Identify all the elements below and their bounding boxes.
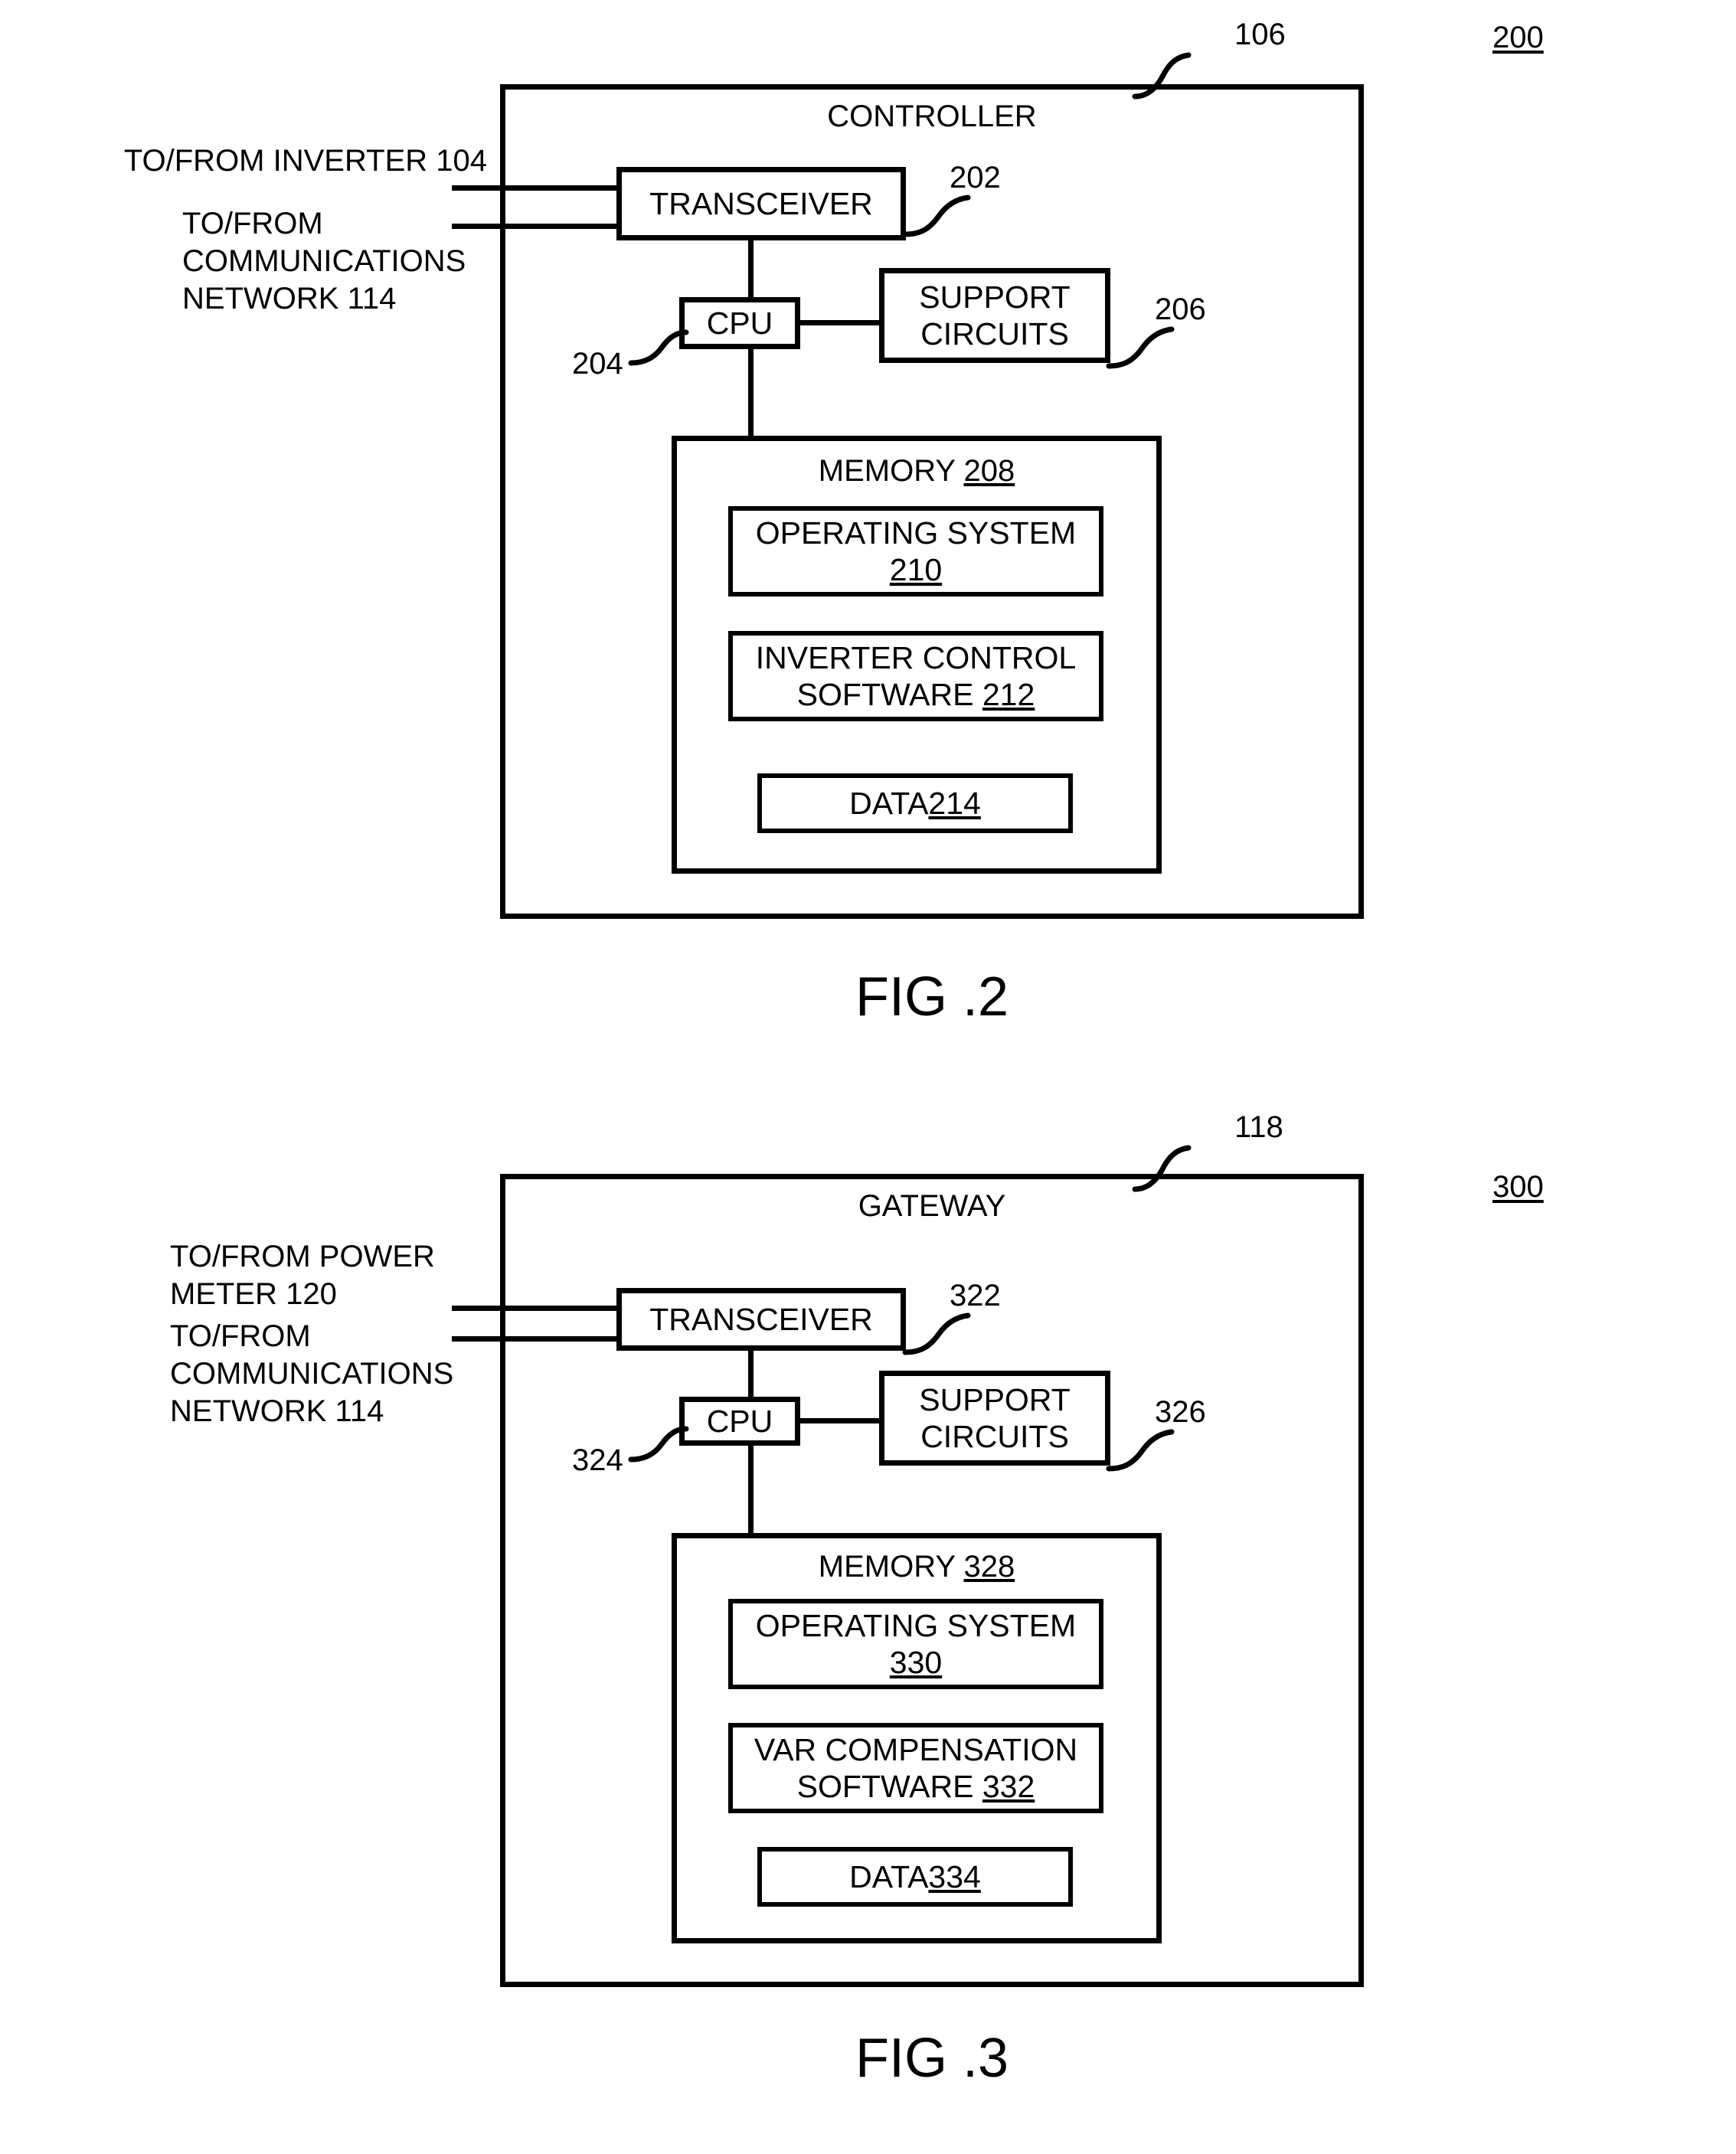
input-line-inverter <box>452 185 622 191</box>
data-block-2 <box>757 1847 1073 1907</box>
memory-label: MEMORY 208 <box>818 454 1015 488</box>
cpu-support-connector-2 <box>799 1418 883 1423</box>
input-label-communications-network-2: TO/FROM COMMUNICATIONS NETWORK 114 <box>170 1319 454 1428</box>
transceiver-block <box>616 167 906 240</box>
reference-number-118: 118 <box>1234 1110 1283 1144</box>
reference-number-204: 204 <box>572 347 623 381</box>
input-line-communications-2 <box>452 1336 622 1342</box>
cpu-support-connector <box>799 320 883 325</box>
input-line-power-meter <box>452 1306 622 1311</box>
controller-title: CONTROLLER <box>827 100 1037 133</box>
diagram-number-300: 300 <box>1492 1170 1544 1204</box>
data-block <box>757 773 1073 833</box>
reference-number-322: 322 <box>950 1279 1001 1312</box>
software-block-2 <box>728 1723 1103 1813</box>
software-ref-overlay <box>728 631 1103 721</box>
reference-number-326: 326 <box>1155 1395 1206 1429</box>
gateway-title: GATEWAY <box>858 1189 1006 1223</box>
transceiver-cpu-connector <box>748 239 754 300</box>
operating-system-block <box>728 506 1103 597</box>
reference-number-202: 202 <box>950 161 1001 194</box>
input-label-inverter: TO/FROM INVERTER 104 <box>123 144 487 178</box>
memory-ref: 208 <box>963 454 1015 488</box>
leader-line-204 <box>613 329 697 375</box>
cpu-block <box>679 297 800 349</box>
support-circuits-block <box>879 268 1110 363</box>
cpu-memory-connector <box>748 346 754 440</box>
reference-number-324: 324 <box>572 1443 623 1477</box>
figure-2-caption: FIG .2 <box>855 966 1009 1028</box>
reference-number-106: 106 <box>1234 18 1286 51</box>
input-label-communications-network: TO/FROM COMMUNICATIONS NETWORK 114 <box>182 207 466 315</box>
input-line-communications <box>452 224 622 229</box>
figure-3-caption: FIG .3 <box>855 2028 1009 2089</box>
input-label-power-meter: TO/FROM POWER METER 120 <box>170 1240 435 1311</box>
support-circuits-block-2 <box>879 1371 1110 1466</box>
diagram-number-200: 200 <box>1492 21 1544 54</box>
transceiver-block-2 <box>616 1288 906 1351</box>
cpu-block-2 <box>679 1397 800 1446</box>
memory-ref-2: 328 <box>963 1550 1015 1584</box>
transceiver-cpu-connector-2 <box>748 1349 754 1400</box>
memory-label-2: MEMORY 328 <box>818 1550 1015 1584</box>
operating-system-block-2 <box>728 1599 1103 1689</box>
leader-line-324 <box>613 1426 697 1472</box>
reference-number-206: 206 <box>1155 293 1206 326</box>
cpu-memory-connector-2 <box>748 1443 754 1536</box>
